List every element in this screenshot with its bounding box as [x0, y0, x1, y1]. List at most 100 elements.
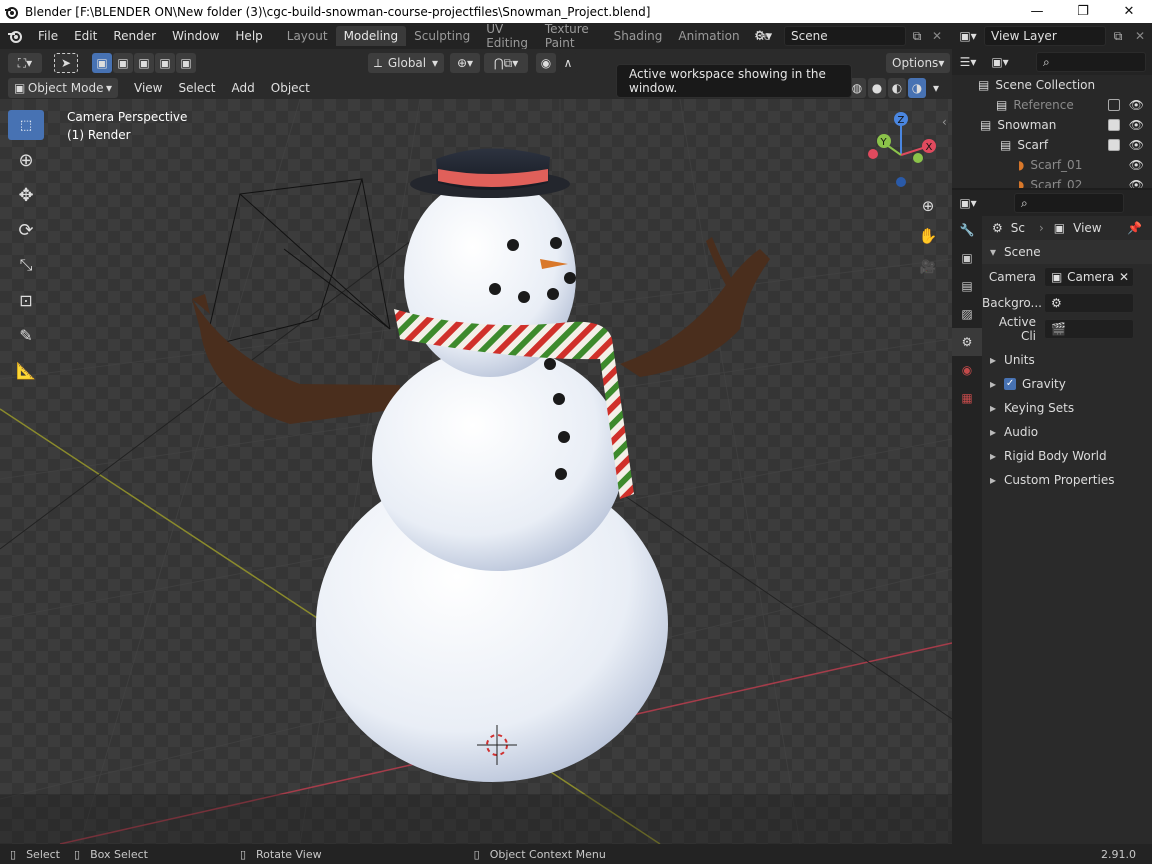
- subpanel-rigid-body-world[interactable]: ▸ Rigid Body World: [982, 444, 1152, 468]
- subpanel-units[interactable]: ▸ Units: [982, 348, 1152, 372]
- camera-field[interactable]: ▣ Camera ✕: [1044, 267, 1134, 287]
- select-new-button[interactable]: ▣: [92, 53, 112, 73]
- measure-tool[interactable]: 📐: [8, 355, 44, 385]
- render-tab[interactable]: ▣: [952, 244, 982, 272]
- rotate-tool[interactable]: ⟳: [8, 215, 44, 245]
- menu-object[interactable]: Object: [263, 75, 318, 101]
- scene-selector[interactable]: ⚙▾ Scene ⧉ ✕: [754, 25, 950, 47]
- properties-search[interactable]: ⌕: [1014, 193, 1124, 213]
- tab-layout[interactable]: Layout: [279, 26, 336, 46]
- pin-icon[interactable]: 📌: [1127, 221, 1142, 235]
- subpanel-gravity[interactable]: ▸ ✓ Gravity: [982, 372, 1152, 396]
- pan-button[interactable]: ✋: [915, 223, 941, 249]
- cursor-tool[interactable]: ⊕: [8, 145, 44, 175]
- menu-select[interactable]: Select: [170, 75, 223, 101]
- eye-icon[interactable]: 👁: [1129, 138, 1144, 152]
- options-dropdown[interactable]: Options ▾: [886, 53, 950, 73]
- editor-type-icon[interactable]: ▣▾: [952, 196, 984, 210]
- exclude-checkbox[interactable]: [1108, 139, 1120, 151]
- copy-view-layer-icon[interactable]: ⧉: [1106, 29, 1130, 44]
- tab-uv-editing[interactable]: UV Editing: [478, 23, 537, 49]
- outliner-item[interactable]: ▤ Scarf 👁: [952, 135, 1152, 155]
- maximize-button[interactable]: ❐: [1060, 0, 1106, 23]
- tab-sculpting[interactable]: Sculpting: [406, 26, 478, 46]
- solid-shading-button[interactable]: ●: [868, 78, 886, 98]
- navigation-gizmo[interactable]: Z X Y: [862, 109, 942, 191]
- falloff-dropdown[interactable]: ∧: [558, 53, 578, 73]
- outliner-item[interactable]: ▤ Snowman 👁: [952, 115, 1152, 135]
- scene-field[interactable]: Scene: [784, 26, 906, 46]
- minimize-button[interactable]: —: [1014, 0, 1060, 23]
- menu-add[interactable]: Add: [224, 75, 263, 101]
- menu-view[interactable]: View: [126, 75, 170, 101]
- outliner-item[interactable]: ◗ Scarf_01 👁: [952, 155, 1152, 175]
- select-tool-button[interactable]: ➤: [54, 53, 78, 73]
- snow-middle-ball[interactable]: [372, 347, 624, 571]
- scale-tool[interactable]: ⤡: [8, 250, 44, 280]
- snap-dropdown[interactable]: ⋂⧉▾: [484, 53, 528, 73]
- gravity-checkbox[interactable]: ✓: [1004, 378, 1017, 390]
- eye-icon[interactable]: 👁: [1129, 178, 1144, 188]
- active-clip-field[interactable]: 🎬: [1044, 319, 1134, 339]
- menu-file[interactable]: File: [30, 23, 66, 49]
- subpanel-custom-properties[interactable]: ▸ Custom Properties: [982, 468, 1152, 492]
- outliner-root[interactable]: ▤ Scene Collection: [952, 75, 1152, 95]
- 3d-viewport[interactable]: Camera Perspective (1) Render Z X Y ⊕ ✋ …: [0, 99, 952, 844]
- output-tab[interactable]: ▤: [952, 272, 982, 300]
- menu-render[interactable]: Render: [105, 23, 164, 49]
- world-tab[interactable]: ◉: [952, 356, 982, 384]
- select-box-tool[interactable]: ⬚: [8, 110, 44, 140]
- background-field[interactable]: ⚙: [1044, 293, 1134, 313]
- remove-scene-icon[interactable]: ✕: [928, 29, 946, 43]
- close-window-button[interactable]: ✕: [1106, 0, 1152, 23]
- menu-window[interactable]: Window: [164, 23, 227, 49]
- eye-icon[interactable]: 👁: [1129, 98, 1144, 112]
- menu-help[interactable]: Help: [227, 23, 270, 49]
- editor-type-button[interactable]: ⛶▾: [8, 53, 42, 73]
- tab-animation[interactable]: Animation: [670, 26, 747, 46]
- shading-options-dropdown[interactable]: ▾: [928, 78, 944, 98]
- object-mode-dropdown[interactable]: ▣ Object Mode ▾: [8, 78, 118, 98]
- subpanel-audio[interactable]: ▸ Audio: [982, 420, 1152, 444]
- copy-scene-icon[interactable]: ⧉: [906, 29, 928, 44]
- tab-shading[interactable]: Shading: [606, 26, 671, 46]
- view-layer-tab[interactable]: ▨: [952, 300, 982, 328]
- outliner-item[interactable]: ▤ Reference 👁: [952, 95, 1152, 115]
- exclude-checkbox[interactable]: [1108, 99, 1120, 111]
- tab-texture-paint[interactable]: Texture Paint: [537, 23, 606, 49]
- eye-icon[interactable]: 👁: [1129, 158, 1144, 172]
- transform-orientation-dropdown[interactable]: ⟂ Global ▾: [368, 53, 444, 73]
- proportional-edit-button[interactable]: ◉: [536, 53, 556, 73]
- remove-view-layer-icon[interactable]: ✕: [1130, 29, 1150, 43]
- sidebar-toggle-icon[interactable]: ‹: [942, 115, 947, 129]
- select-invert-button[interactable]: ▣: [155, 53, 175, 73]
- scene-section-header[interactable]: ▾ Scene: [982, 240, 1152, 264]
- outliner-search[interactable]: ⌕: [1036, 52, 1146, 72]
- clear-icon[interactable]: ✕: [1119, 270, 1129, 284]
- eye-icon[interactable]: 👁: [1129, 118, 1144, 132]
- tab-modeling[interactable]: Modeling: [335, 26, 407, 46]
- outliner-item[interactable]: ◗ Scarf_02 👁: [952, 175, 1152, 188]
- proportional-icon: ◉: [540, 56, 552, 70]
- zoom-button[interactable]: ⊕: [915, 193, 941, 219]
- transform-tool[interactable]: ⊡: [8, 285, 44, 315]
- select-extend-button[interactable]: ▣: [113, 53, 133, 73]
- menu-edit[interactable]: Edit: [66, 23, 105, 49]
- select-subtract-button[interactable]: ▣: [134, 53, 154, 73]
- move-tool[interactable]: ✥: [8, 180, 44, 210]
- material-shading-button[interactable]: ◐: [888, 78, 906, 98]
- texture-tab[interactable]: ▦: [952, 384, 982, 412]
- view-layer-field[interactable]: View Layer: [984, 26, 1106, 46]
- filter-icon[interactable]: ▣▾: [984, 55, 1016, 69]
- select-intersect-button[interactable]: ▣: [176, 53, 196, 73]
- camera-view-button[interactable]: 🎥: [915, 254, 941, 280]
- scene-tab[interactable]: ⚙: [952, 328, 982, 356]
- tool-tab[interactable]: 🔧: [952, 216, 982, 244]
- exclude-checkbox[interactable]: [1108, 119, 1120, 131]
- blender-menu-icon[interactable]: [0, 28, 30, 44]
- subpanel-keying-sets[interactable]: ▸ Keying Sets: [982, 396, 1152, 420]
- pivot-point-dropdown[interactable]: ⊕▾: [450, 53, 480, 73]
- rendered-shading-button[interactable]: ◑: [908, 78, 926, 98]
- display-mode-icon[interactable]: ☰▾: [952, 55, 984, 69]
- annotate-tool[interactable]: ✎: [8, 320, 44, 350]
